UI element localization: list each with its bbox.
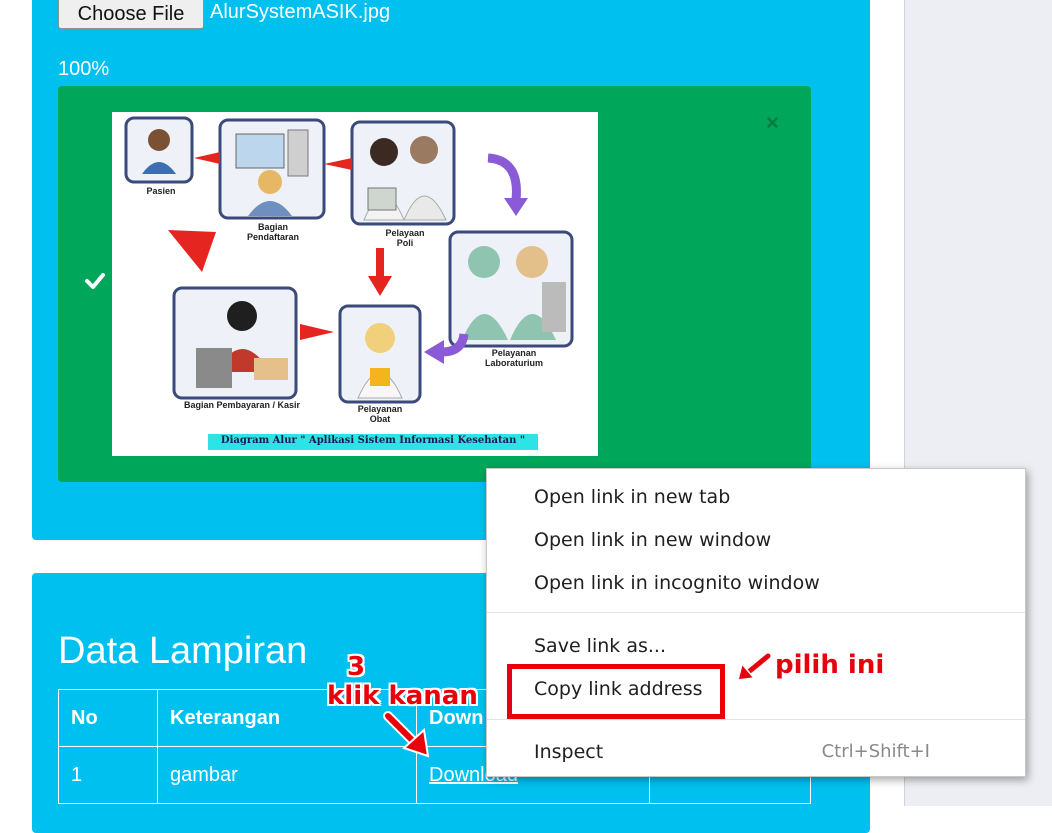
obat-label: Pelayanan Obat [357,404,403,424]
copy-link-highlight-box [507,664,725,719]
menu-open-new-window[interactable]: Open link in new window [534,525,771,555]
annotation-arrow-left-icon [737,652,773,681]
upload-progress-text: 100% [58,58,110,80]
annotation-arrow-down-icon [383,711,430,758]
cell-no: 1 [58,746,158,804]
section-title: Data Lampiran [58,630,308,672]
menu-divider [487,612,1025,613]
uploaded-image-preview: Pasien Bagian Pendaftaran Pelayaan Poli … [112,112,598,456]
menu-open-incognito[interactable]: Open link in incognito window [534,568,820,598]
inspect-shortcut: Ctrl+Shift+I [821,741,930,762]
menu-save-link-as[interactable]: Save link as... [534,631,666,661]
close-icon[interactable]: × [766,112,779,134]
menu-inspect-label: Inspect [534,741,604,763]
annotation-step-text: klik kanan [327,681,478,711]
menu-inspect[interactable]: Inspect Ctrl+Shift+I [534,737,978,767]
checkmark-icon [85,273,105,289]
cell-keterangan: gambar [157,746,417,804]
selected-file-name: AlurSystemASIK.jpg [210,1,391,23]
annotation-choose-text: pilih ini [775,650,885,680]
pendaftaran-label: Bagian Pendaftaran [246,222,299,242]
menu-open-new-tab[interactable]: Open link in new tab [534,482,730,512]
kasir-label: Bagian Pembayaran / Kasir [183,400,301,410]
header-no: No [58,689,158,747]
context-menu: Open link in new tab Open link in new wi… [486,468,1026,777]
menu-divider [487,719,1025,720]
poli-label: Pelayaan Poli [385,228,425,248]
laboratorium-label: Pelayanan Laboraturium [484,348,543,368]
choose-file-button[interactable]: Choose File [58,0,204,29]
diagram-caption: Diagram Alur " Aplikasi Sistem Informasi… [220,435,526,446]
pasien-label: Pasien [146,186,176,196]
annotation-step-number: 3 [347,652,366,682]
